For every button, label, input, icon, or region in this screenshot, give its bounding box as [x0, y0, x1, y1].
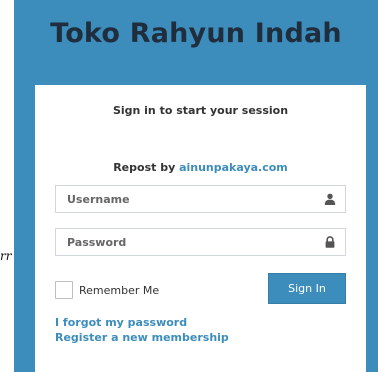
forgot-password-link[interactable]: I forgot my password	[55, 315, 229, 330]
brand-logo-title[interactable]: Toko Rahyun Indah	[14, 18, 378, 49]
username-input[interactable]	[56, 186, 317, 212]
auth-links: I forgot my password Register a new memb…	[55, 315, 229, 345]
password-input[interactable]	[56, 229, 317, 255]
lock-icon	[325, 236, 335, 248]
remember-me-checkbox[interactable]	[55, 281, 73, 299]
login-box: Sign in to start your session Repost by …	[35, 85, 366, 372]
clipped-text-fragment: rr	[0, 249, 12, 263]
remember-me-label[interactable]: Remember Me	[79, 284, 159, 297]
username-field[interactable]	[55, 185, 346, 213]
sign-in-button[interactable]: Sign In	[268, 273, 346, 304]
password-field[interactable]	[55, 228, 346, 256]
user-icon	[324, 193, 336, 205]
register-link[interactable]: Register a new membership	[55, 330, 229, 345]
repost-prefix: Repost by	[113, 161, 180, 174]
repost-message: Repost by ainunpakaya.com	[35, 161, 366, 174]
login-box-message: Sign in to start your session	[112, 104, 289, 117]
repost-link[interactable]: ainunpakaya.com	[179, 161, 288, 174]
